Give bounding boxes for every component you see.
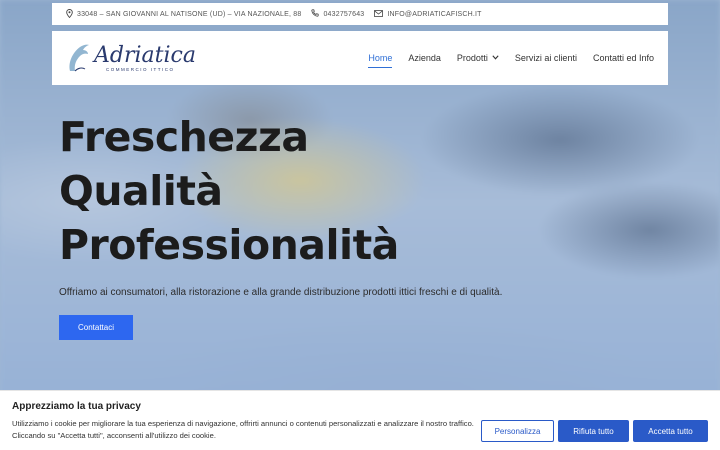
hero-subtitle: Offriamo ai consumatori, alla ristorazio… [59,287,503,298]
cookie-banner: Apprezziamo la tua privacy Utilizziamo i… [0,390,720,450]
nav-servizi[interactable]: Servizi ai clienti [515,49,577,67]
contact-bar: 33048 – SAN GIOVANNI AL NATISONE (UD) – … [52,3,668,25]
phone-icon [311,9,320,19]
email-text[interactable]: INFO@ADRIATICAFISCH.IT [387,11,481,18]
customize-button[interactable]: Personalizza [481,420,554,442]
cookie-text: Utilizziamo i cookie per migliorare la t… [12,419,474,440]
address-item: 33048 – SAN GIOVANNI AL NATISONE (UD) – … [66,8,302,20]
logo-name: Adriatica [94,42,196,68]
phone-text[interactable]: 0432757643 [323,11,364,18]
nav-azienda[interactable]: Azienda [408,49,441,67]
email-item[interactable]: INFO@ADRIATICAFISCH.IT [374,9,481,19]
accept-all-button[interactable]: Accetta tutto [633,420,708,442]
nav-contatti-label: Contatti ed Info [592,53,654,63]
nav-servizi-label: Servizi ai clienti [514,53,577,63]
nav-prodotti-label: Prodotti [456,53,488,63]
reject-all-button[interactable]: Rifiuta tutto [558,420,629,442]
mail-icon [374,9,384,19]
hero-title: Freschezza Qualità Professionalità [59,110,399,272]
site-logo[interactable]: Adriatica COMMERCIO ITTICO [66,38,196,78]
cookie-title: Apprezziamo la tua privacy [12,401,141,412]
nav-home[interactable]: Home [368,49,393,68]
chevron-down-icon [492,54,499,62]
nav-prodotti[interactable]: Prodotti [457,49,499,67]
hero-title-line: Professionalità [59,221,399,269]
hero-title-line: Qualità [59,167,223,215]
logo-subtitle: COMMERCIO ITTICO [106,66,175,72]
main-nav: Home Azienda Prodotti Servizi ai clienti… [352,49,654,68]
phone-item[interactable]: 0432757643 [311,9,364,19]
contact-button[interactable]: Contattaci [59,315,133,340]
map-pin-icon [66,8,73,20]
nav-contatti[interactable]: Contatti ed Info [593,49,654,67]
site-header: Adriatica COMMERCIO ITTICO Home Azienda … [52,31,668,85]
address-text: 33048 – SAN GIOVANNI AL NATISONE (UD) – … [77,10,302,18]
nav-home-label: Home [368,52,393,63]
nav-azienda-label: Azienda [408,53,441,63]
hero-title-line: Freschezza [59,113,309,161]
dolphin-logo-icon [69,44,89,72]
